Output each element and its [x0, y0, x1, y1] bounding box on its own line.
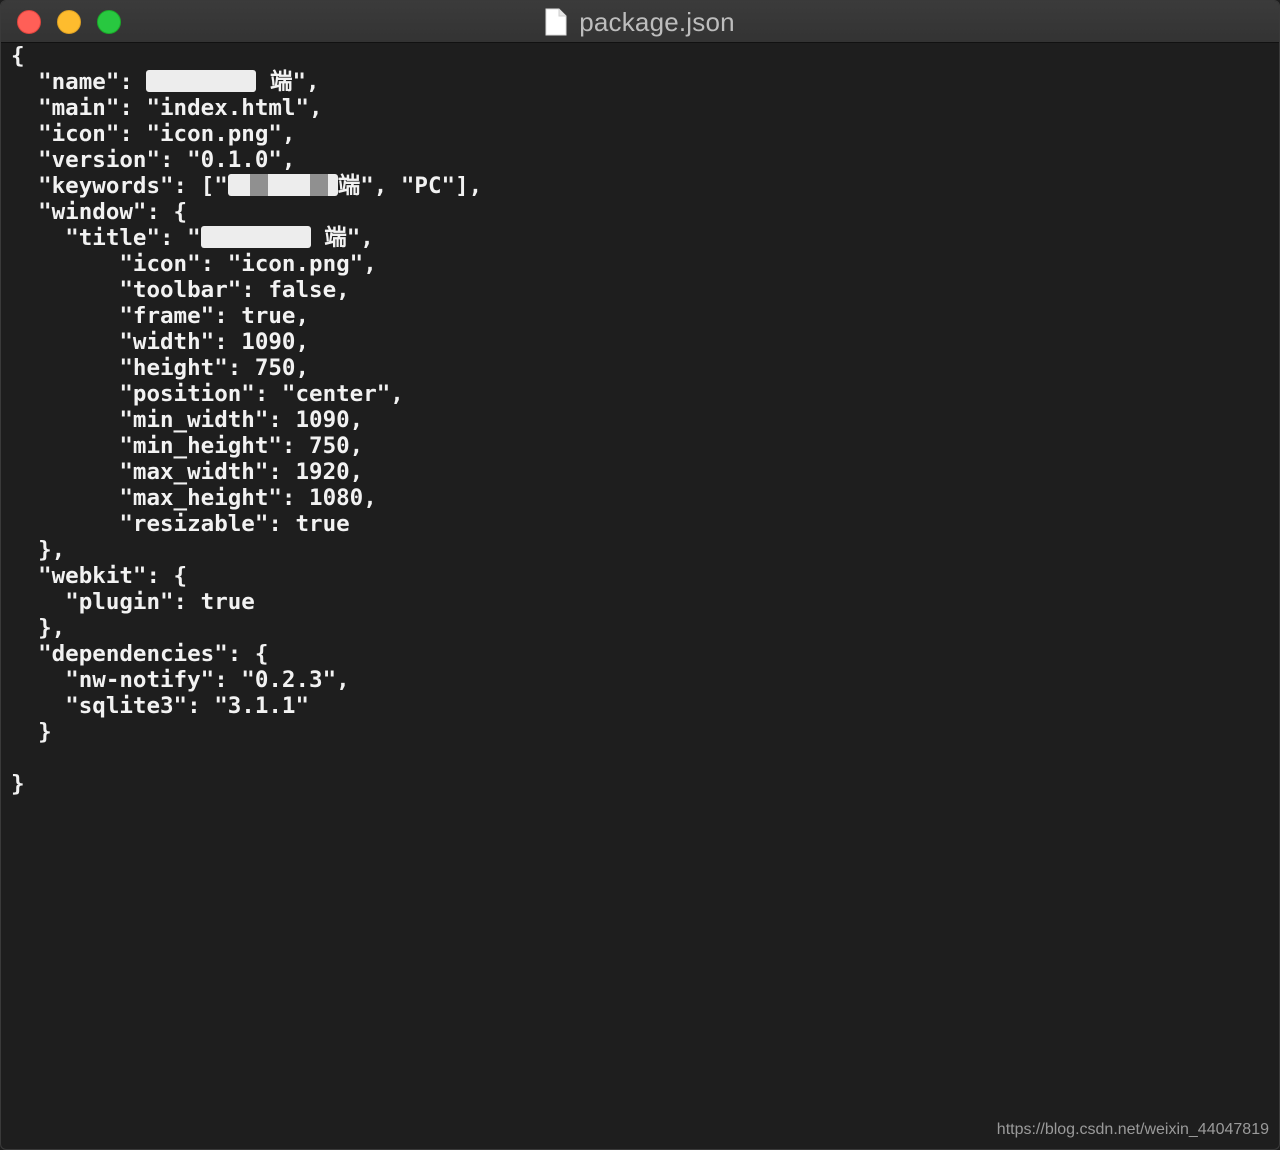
title-bar: package.json — [1, 1, 1279, 43]
code-suffix: 端", — [310, 225, 374, 251]
code-text: "nw-notify": "0.2.3", — [65, 667, 350, 693]
code-line: }, — [11, 615, 1279, 641]
code-suffix: 端", "PC"], — [337, 173, 483, 199]
window-title: package.json — [579, 6, 735, 37]
code-line: "frame": true, — [11, 303, 1279, 329]
code-text: } — [38, 719, 52, 745]
redacted-value — [146, 70, 257, 92]
code-line: "toolbar": false, — [11, 277, 1279, 303]
code-text: "max_width": 1920, — [119, 459, 364, 485]
code-text: "icon": "icon.png", — [38, 121, 296, 147]
code-line: "max_height": 1080, — [11, 485, 1279, 511]
code-text: "min_width": 1090, — [119, 407, 364, 433]
code-text: "min_height": 750, — [119, 433, 364, 459]
code-text: "version": "0.1.0", — [38, 147, 296, 173]
code-text: "main": "index.html", — [38, 95, 323, 121]
code-line: "webkit": { — [11, 563, 1279, 589]
code-line: "max_width": 1920, — [11, 459, 1279, 485]
code-line: "dependencies": { — [11, 641, 1279, 667]
code-text: { — [11, 43, 25, 69]
code-text: "toolbar": false, — [119, 277, 350, 303]
code-line: "keywords": [" 端", "PC"], — [11, 173, 1279, 199]
code-line: "name": 端", — [11, 69, 1279, 95]
code-text: } — [11, 771, 25, 797]
code-line: "sqlite3": "3.1.1" — [11, 693, 1279, 719]
code-line: "nw-notify": "0.2.3", — [11, 667, 1279, 693]
code-text: "height": 750, — [119, 355, 310, 381]
code-line: "main": "index.html", — [11, 95, 1279, 121]
document-icon — [545, 8, 567, 36]
redacted-value — [200, 226, 311, 248]
code-line: "resizable": true — [11, 511, 1279, 537]
code-text: "max_height": 1080, — [119, 485, 377, 511]
code-text: "name": — [38, 69, 147, 95]
code-line: "icon": "icon.png", — [11, 121, 1279, 147]
code-suffix: 端", — [256, 69, 320, 95]
code-line: } — [11, 771, 1279, 797]
code-text: "webkit": { — [38, 563, 188, 589]
code-text: "keywords": [" — [38, 173, 228, 199]
redacted-value — [227, 174, 338, 196]
window-title-group: package.json — [1, 1, 1279, 43]
code-line: } — [11, 719, 1279, 745]
editor-window: package.json { "name": 端", "main": "inde… — [0, 0, 1280, 1150]
code-text: "frame": true, — [119, 303, 310, 329]
text-editor[interactable]: { "name": 端", "main": "index.html", "ico… — [11, 43, 1279, 1149]
code-text: "icon": "icon.png", — [119, 251, 377, 277]
code-line: "min_width": 1090, — [11, 407, 1279, 433]
code-text: "plugin": true — [65, 589, 255, 615]
code-line: "version": "0.1.0", — [11, 147, 1279, 173]
code-line: "min_height": 750, — [11, 433, 1279, 459]
code-text: "title": " — [65, 225, 201, 251]
code-line: "position": "center", — [11, 381, 1279, 407]
code-text: "position": "center", — [119, 381, 404, 407]
code-text: }, — [38, 615, 66, 641]
code-text: }, — [38, 537, 66, 563]
code-text: "resizable": true — [119, 511, 350, 537]
code-line: "width": 1090, — [11, 329, 1279, 355]
code-line: "plugin": true — [11, 589, 1279, 615]
code-line: { — [11, 43, 1279, 69]
code-text: "sqlite3": "3.1.1" — [65, 693, 310, 719]
code-line: "icon": "icon.png", — [11, 251, 1279, 277]
code-text: "width": 1090, — [119, 329, 310, 355]
code-line: "title": " 端", — [11, 225, 1279, 251]
code-line: "window": { — [11, 199, 1279, 225]
code-text: "dependencies": { — [38, 641, 269, 667]
code-line: "height": 750, — [11, 355, 1279, 381]
code-line: }, — [11, 537, 1279, 563]
code-text: "window": { — [38, 199, 188, 225]
code-content[interactable]: { "name": 端", "main": "index.html", "ico… — [11, 43, 1279, 797]
watermark-url: https://blog.csdn.net/weixin_44047819 — [996, 1121, 1269, 1138]
